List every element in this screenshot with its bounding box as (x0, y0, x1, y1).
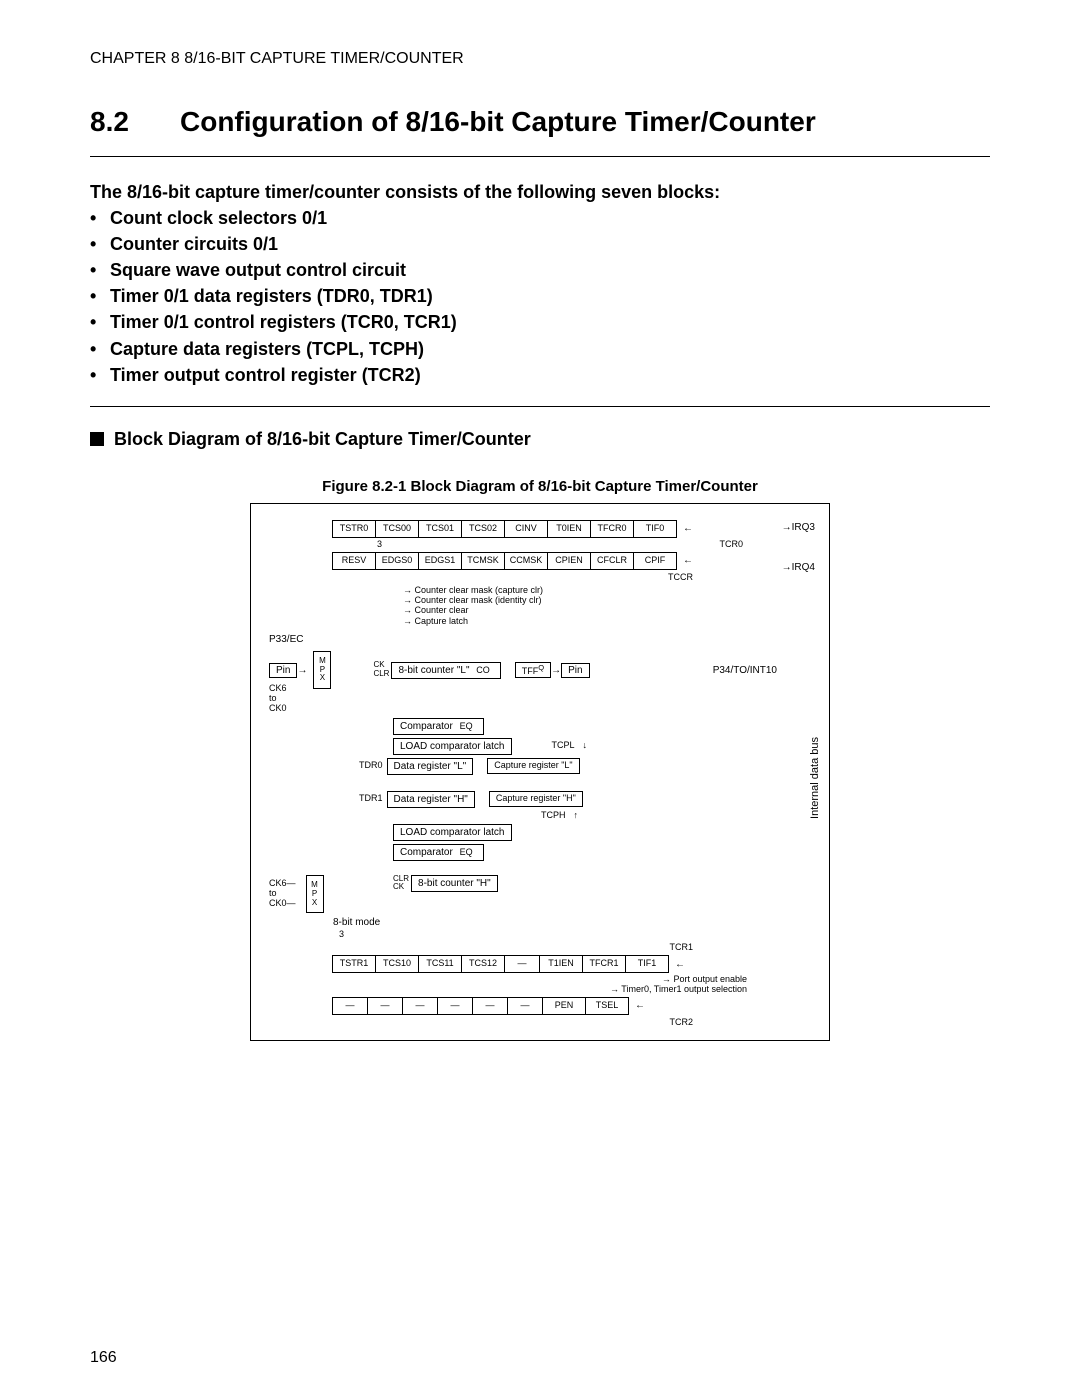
section-heading: 8.2 Configuration of 8/16-bit Capture Ti… (90, 106, 990, 138)
pin-left-label: P33/EC (269, 634, 817, 645)
reg-bit: TFCR1 (582, 955, 626, 973)
tdr1-label: TDR1 (359, 794, 383, 804)
reg-bit: — (437, 997, 473, 1015)
reg-bit: TSTR0 (332, 520, 376, 538)
output-notes: → Port output enable → Timer0, Timer1 ou… (263, 975, 747, 995)
reg-bit: TCS02 (461, 520, 505, 538)
signal-notes: Counter clear mask (capture clr) Counter… (403, 585, 817, 626)
tcph-label: TCPH (541, 811, 566, 821)
reg-bit: EDGS0 (375, 552, 419, 570)
center-stack: Comparator EQ LOAD comparator latch TCPL… (393, 718, 817, 892)
reg-bit: CPIEN (547, 552, 591, 570)
reg-bit: T1IEN (539, 955, 583, 973)
data-reg-h: Data register "H" (387, 791, 475, 808)
list-item: Capture data registers (TCPL, TCPH) (90, 336, 990, 362)
rule-top (90, 156, 990, 157)
note-line: Counter clear mask (identity clr) (403, 595, 817, 605)
reg-bit: T0IEN (547, 520, 591, 538)
tcr2-label: TCR2 (669, 1017, 693, 1027)
reg-bit: — (367, 997, 403, 1015)
pin-left: Pin (269, 663, 297, 678)
load-latch-l: LOAD comparator latch (393, 738, 512, 755)
tccr-label: TCCR (668, 572, 693, 582)
tcr1-label: TCR1 (669, 942, 693, 952)
reg-bit: — (472, 997, 508, 1015)
ck-label: CK (393, 883, 409, 892)
tcpl-label: TCPL (552, 741, 575, 751)
block-diagram: TSTR0 TCS00 TCS01 TCS02 CINV T0IEN TFCR0… (250, 503, 830, 1041)
ck-range-bot: CK6— to CK0— (269, 879, 296, 909)
tcr0-label: TCR0 (719, 540, 743, 550)
chapter-header: CHAPTER 8 8/16-BIT CAPTURE TIMER/COUNTER (90, 50, 990, 68)
comparator-l: Comparator EQ (393, 718, 484, 735)
square-bullet-icon (90, 432, 104, 446)
bus-width-3b: 3 (339, 930, 817, 940)
rule-mid (90, 406, 990, 407)
section-title: Configuration of 8/16-bit Capture Timer/… (180, 106, 816, 138)
page-number: 166 (90, 1349, 117, 1367)
note-line: Counter clear mask (capture clr) (403, 585, 817, 595)
reg-bit: RESV (332, 552, 376, 570)
reg-bit: TCS12 (461, 955, 505, 973)
tdr0-label: TDR0 (359, 761, 383, 771)
capture-reg-h: Capture register "H" (489, 791, 583, 807)
tcr0-register: TSTR0 TCS00 TCS01 TCS02 CINV T0IEN TFCR0… (333, 520, 817, 538)
reg-bit: PEN (542, 997, 586, 1015)
reg-bit: TCS10 (375, 955, 419, 973)
subheading: Block Diagram of 8/16-bit Capture Timer/… (90, 429, 990, 450)
load-latch-h: LOAD comparator latch (393, 824, 512, 841)
reg-bit: — (402, 997, 438, 1015)
list-item: Square wave output control circuit (90, 257, 990, 283)
reg-bit: — (504, 955, 540, 973)
reg-bit: TIF1 (625, 955, 669, 973)
reg-bit: TSEL (585, 997, 629, 1015)
reg-bit: — (507, 997, 543, 1015)
reg-bit: TCS00 (375, 520, 419, 538)
comparator-h: Comparator EQ (393, 844, 484, 861)
note-line: Capture latch (403, 616, 817, 626)
reg-bit: TFCR0 (590, 520, 634, 538)
data-reg-l: Data register "L" (387, 758, 474, 775)
reg-bit: TCS11 (418, 955, 462, 973)
reg-bit: CINV (504, 520, 548, 538)
list-item: Count clock selectors 0/1 (90, 205, 990, 231)
mpx-top: MPX (313, 651, 331, 689)
counter-l: 8-bit counter "L" CO (391, 662, 500, 679)
irq4-out: →IRQ4 (782, 562, 815, 573)
list-item: Timer 0/1 control registers (TCR0, TCR1) (90, 309, 990, 335)
reg-bit: CPIF (633, 552, 677, 570)
tff-block: TFFQ (515, 662, 551, 679)
ck-range-top: CK6 to CK0 (269, 684, 817, 714)
intro-text: The 8/16-bit capture timer/counter consi… (90, 179, 990, 205)
list-item: Timer 0/1 data registers (TDR0, TDR1) (90, 283, 990, 309)
clr-label: CLR (373, 670, 389, 679)
tcr2-register: — — — — — — PEN TSEL ← (333, 997, 817, 1015)
tccr-register: RESV EDGS0 EDGS1 TCMSK CCMSK CPIEN CFCLR… (333, 552, 817, 570)
block-list: Count clock selectors 0/1 Counter circui… (90, 205, 990, 388)
reg-bit: CCMSK (504, 552, 548, 570)
subheading-text: Block Diagram of 8/16-bit Capture Timer/… (114, 429, 531, 450)
reg-bit: TSTR1 (332, 955, 376, 973)
tcr1-register: TSTR1 TCS10 TCS11 TCS12 — T1IEN TFCR1 TI… (333, 955, 817, 973)
section-number: 8.2 (90, 106, 180, 138)
reg-bit: TCS01 (418, 520, 462, 538)
reg-bit: TIF0 (633, 520, 677, 538)
internal-bus-label: Internal data bus (809, 737, 821, 819)
figure-caption: Figure 8.2-1 Block Diagram of 8/16-bit C… (90, 478, 990, 495)
reg-bit: EDGS1 (418, 552, 462, 570)
reg-bit: — (332, 997, 368, 1015)
mpx-bot: MPX (306, 875, 324, 913)
bus-width-3: 3 (377, 540, 382, 550)
mode8-label: 8-bit mode (333, 917, 817, 928)
pin-right: Pin (561, 663, 589, 678)
reg-bit: TCMSK (461, 552, 505, 570)
list-item: Counter circuits 0/1 (90, 231, 990, 257)
counter-h: 8-bit counter "H" (411, 875, 498, 892)
list-item: Timer output control register (TCR2) (90, 362, 990, 388)
irq3-out: →IRQ3 (782, 522, 815, 533)
note-line: Counter clear (403, 605, 817, 615)
reg-bit: CFCLR (590, 552, 634, 570)
capture-reg-l: Capture register "L" (487, 758, 579, 774)
